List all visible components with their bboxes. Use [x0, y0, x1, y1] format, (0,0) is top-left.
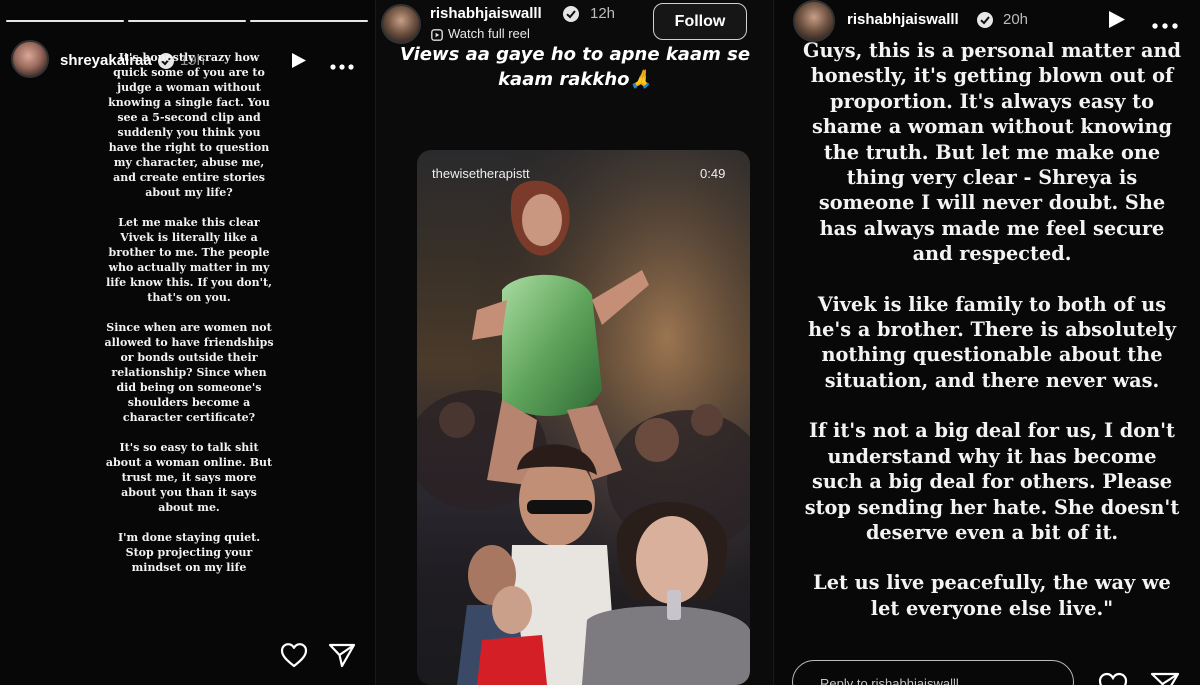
send-icon[interactable]: [328, 642, 356, 673]
progress-segment: [250, 20, 368, 22]
reel-caption: Views aa gaye ho to apne kaam se kaam ra…: [399, 44, 751, 90]
story-text: It's honestly crazy how quick some of yo…: [104, 50, 274, 590]
verified-badge-icon: [563, 6, 579, 22]
story-time: 20h: [1003, 11, 1029, 28]
story-paragraph: Vivek is like family to both of us he's …: [808, 292, 1176, 392]
reel-video-duration: 0:49: [700, 166, 726, 181]
send-icon[interactable]: [1150, 672, 1180, 685]
progress-segment: [128, 20, 246, 22]
more-icon[interactable]: [1152, 16, 1178, 34]
story-paragraph: Guys, this is a personal matter and hone…: [803, 39, 1181, 266]
story-paragraph: Let me make this clear Vivek is literall…: [106, 216, 272, 304]
story-paragraph: It's honestly crazy how quick some of yo…: [108, 51, 270, 199]
story-username[interactable]: rishabhjaiswalll: [847, 11, 959, 28]
reply-placeholder: Reply to rishabhjaiswalll...: [820, 676, 970, 685]
heart-icon[interactable]: [280, 642, 308, 673]
story-username[interactable]: rishabhjaiswalll: [430, 5, 542, 22]
story-paragraph: I'm done staying quiet. Stop projecting …: [117, 531, 261, 574]
verified-badge-icon: [977, 12, 993, 28]
story-paragraph: If it's not a big deal for us, I don't u…: [804, 419, 1180, 544]
story-paragraph: Let us live peacefully, the way we let e…: [813, 571, 1171, 620]
story-progress: [6, 20, 368, 22]
reel-video-frame: [417, 150, 750, 685]
play-icon[interactable]: [1108, 10, 1126, 34]
story-text: Guys, this is a personal matter and hone…: [800, 38, 1184, 646]
progress-segment: [6, 20, 124, 22]
play-icon[interactable]: [291, 52, 307, 74]
watch-full-reel-link[interactable]: Watch full reel: [448, 26, 530, 41]
reel-video[interactable]: [417, 150, 750, 685]
story-paragraph: Since when are women not allowed to have…: [104, 321, 274, 424]
more-icon[interactable]: [330, 57, 354, 75]
story-time: 12h: [590, 5, 616, 22]
heart-icon[interactable]: [1098, 672, 1128, 685]
avatar[interactable]: [11, 40, 49, 78]
avatar[interactable]: [793, 0, 835, 42]
reel-video-username[interactable]: thewisetherapistt: [432, 166, 530, 181]
follow-button[interactable]: Follow: [653, 3, 747, 40]
avatar[interactable]: [381, 4, 421, 44]
story-paragraph: It's so easy to talk shit about a woman …: [105, 441, 273, 514]
